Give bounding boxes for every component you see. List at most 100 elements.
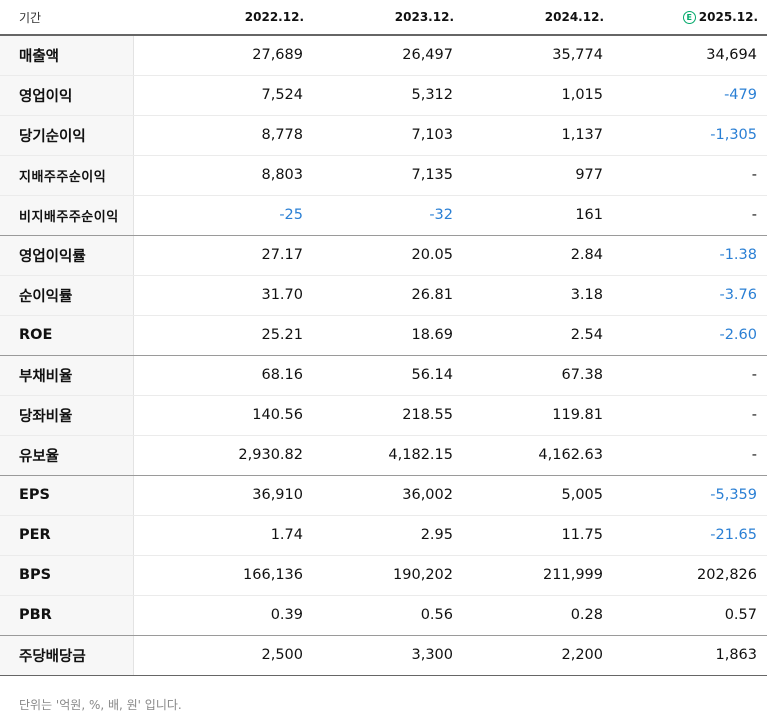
table-cell: 7,135	[313, 155, 463, 196]
row-label: PBR	[0, 595, 134, 636]
period-2024: 2024.12.	[463, 0, 613, 36]
table-cell: 2,930.82	[133, 435, 313, 476]
row-label: 비지배주주순이익	[0, 195, 134, 236]
table-row: 유보율 2,930.82 4,182.15 4,162.63 -	[0, 435, 767, 476]
table-cell: 0.28	[463, 595, 613, 636]
table-cell: 0.56	[313, 595, 463, 636]
table-cell: 8,778	[133, 115, 313, 156]
table-row: 당기순이익 8,778 7,103 1,137 -1,305	[0, 115, 767, 156]
table-cell: 7,524	[133, 75, 313, 116]
table-cell: 27,689	[133, 35, 313, 76]
table-cell: 140.56	[133, 395, 313, 436]
table-cell: 977	[463, 155, 613, 196]
table-cell: -	[613, 155, 767, 196]
table-cell: 25.21	[133, 315, 313, 356]
table-cell: 3,300	[313, 635, 463, 676]
table-cell: 34,694	[613, 35, 767, 76]
table-row: PER 1.74 2.95 11.75 -21.65	[0, 515, 767, 556]
table-cell: 36,002	[313, 475, 463, 516]
unit-footnote: 단위는 '억원, %, 배, 원' 입니다.	[19, 697, 182, 712]
table-cell: -25	[133, 195, 313, 236]
row-label: 영업이익률	[0, 235, 134, 276]
table-cell: 4,162.63	[463, 435, 613, 476]
table-cell: 2.54	[463, 315, 613, 356]
row-label: 영업이익	[0, 75, 134, 116]
table-row: 매출액 27,689 26,497 35,774 34,694	[0, 35, 767, 76]
row-label: PER	[0, 515, 134, 556]
table-row: 영업이익률 27.17 20.05 2.84 -1.38	[0, 235, 767, 276]
row-label: 지배주주순이익	[0, 155, 134, 196]
table-cell: 0.57	[613, 595, 767, 636]
table-cell: 1,137	[463, 115, 613, 156]
table-cell: 8,803	[133, 155, 313, 196]
table-cell: -1.38	[613, 235, 767, 276]
table-cell: 5,312	[313, 75, 463, 116]
table-cell: 31.70	[133, 275, 313, 316]
table-cell: 26,497	[313, 35, 463, 76]
row-label: 유보율	[0, 435, 134, 476]
table-cell: 1.74	[133, 515, 313, 556]
table-cell: -	[613, 395, 767, 436]
table-row: 순이익률 31.70 26.81 3.18 -3.76	[0, 275, 767, 316]
table-cell: 67.38	[463, 355, 613, 396]
table-cell: 20.05	[313, 235, 463, 276]
table-cell: -479	[613, 75, 767, 116]
table-row: 비지배주주순이익 -25 -32 161 -	[0, 195, 767, 236]
table-cell: 7,103	[313, 115, 463, 156]
table-cell: 2.84	[463, 235, 613, 276]
table-cell: 26.81	[313, 275, 463, 316]
header-row: 기간 2022.12. 2023.12. 2024.12. E 2025.12.	[0, 0, 767, 36]
table-cell: -32	[313, 195, 463, 236]
table-cell: 1,863	[613, 635, 767, 676]
table-row: EPS 36,910 36,002 5,005 -5,359	[0, 475, 767, 516]
table-cell: 36,910	[133, 475, 313, 516]
table-cell: 11.75	[463, 515, 613, 556]
table-row: 주당배당금 2,500 3,300 2,200 1,863	[0, 635, 767, 676]
row-label: EPS	[0, 475, 134, 516]
table-cell: 2,200	[463, 635, 613, 676]
estimate-icon: E	[682, 11, 696, 24]
table-cell: 190,202	[313, 555, 463, 596]
table-cell: -	[613, 435, 767, 476]
table-cell: -	[613, 195, 767, 236]
table-row: PBR 0.39 0.56 0.28 0.57	[0, 595, 767, 636]
row-label: BPS	[0, 555, 134, 596]
table-cell: -	[613, 355, 767, 396]
table-cell: 4,182.15	[313, 435, 463, 476]
table-cell: -1,305	[613, 115, 767, 156]
row-label: ROE	[0, 315, 134, 356]
table-cell: 211,999	[463, 555, 613, 596]
table-cell: -5,359	[613, 475, 767, 516]
table-cell: 202,826	[613, 555, 767, 596]
table-row: 영업이익 7,524 5,312 1,015 -479	[0, 75, 767, 116]
table-cell: -21.65	[613, 515, 767, 556]
table-cell: 18.69	[313, 315, 463, 356]
table-cell: 1,015	[463, 75, 613, 116]
table-row: 부채비율 68.16 56.14 67.38 -	[0, 355, 767, 396]
table-cell: 0.39	[133, 595, 313, 636]
row-label: 당좌비율	[0, 395, 134, 436]
row-label: 부채비율	[0, 355, 134, 396]
table-cell: -2.60	[613, 315, 767, 356]
period-2022: 2022.12.	[133, 0, 313, 36]
table-cell: 166,136	[133, 555, 313, 596]
row-label: 순이익률	[0, 275, 134, 316]
table-row: 지배주주순이익 8,803 7,135 977 -	[0, 155, 767, 196]
table-cell: 161	[463, 195, 613, 236]
table-cell: 119.81	[463, 395, 613, 436]
row-label: 당기순이익	[0, 115, 134, 156]
financial-table: 기간 2022.12. 2023.12. 2024.12. E 2025.12. …	[0, 0, 767, 676]
table-cell: 27.17	[133, 235, 313, 276]
table-cell: 218.55	[313, 395, 463, 436]
table-cell: 2.95	[313, 515, 463, 556]
table-cell: 68.16	[133, 355, 313, 396]
period-2023: 2023.12.	[313, 0, 463, 36]
table-row: BPS 166,136 190,202 211,999 202,826	[0, 555, 767, 596]
table-cell: 35,774	[463, 35, 613, 76]
table-cell: 2,500	[133, 635, 313, 676]
table-cell: 56.14	[313, 355, 463, 396]
row-label: 매출액	[0, 35, 134, 76]
period-2025-label: 2025.12.	[698, 10, 758, 24]
table-row: 당좌비율 140.56 218.55 119.81 -	[0, 395, 767, 436]
table-cell: 3.18	[463, 275, 613, 316]
